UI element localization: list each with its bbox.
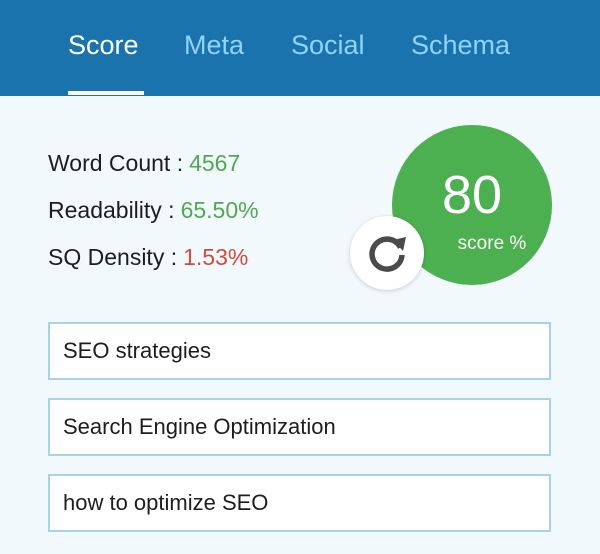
word-count-value: 4567 xyxy=(189,150,241,176)
keyword-input-1[interactable] xyxy=(48,322,551,380)
word-count-row: Word Count :4567 xyxy=(48,147,259,194)
readability-row: Readability :65.50% xyxy=(48,194,259,241)
tab-score[interactable]: Score xyxy=(68,30,139,61)
sq-density-row: SQ Density :1.53% xyxy=(48,241,259,288)
tab-meta[interactable]: Meta xyxy=(184,30,244,61)
word-count-label: Word Count : xyxy=(48,150,184,176)
refresh-icon xyxy=(369,236,406,272)
readability-label: Readability : xyxy=(48,197,175,223)
keyword-input-2[interactable] xyxy=(48,398,551,456)
active-tab-indicator xyxy=(68,91,144,95)
tab-social[interactable]: Social xyxy=(291,30,365,61)
score-unit: score % xyxy=(457,233,527,254)
keyword-input-3[interactable] xyxy=(48,474,551,532)
sq-density-value: 1.53% xyxy=(183,244,249,270)
stats-panel: Word Count :4567 Readability :65.50% SQ … xyxy=(48,147,259,288)
tab-bar: Score Meta Social Schema xyxy=(0,0,600,96)
readability-value: 65.50% xyxy=(180,197,259,223)
score-value: 80 xyxy=(441,165,503,225)
refresh-button[interactable] xyxy=(350,216,424,290)
sq-density-label: SQ Density : xyxy=(48,244,178,270)
tab-schema[interactable]: Schema xyxy=(411,30,510,61)
